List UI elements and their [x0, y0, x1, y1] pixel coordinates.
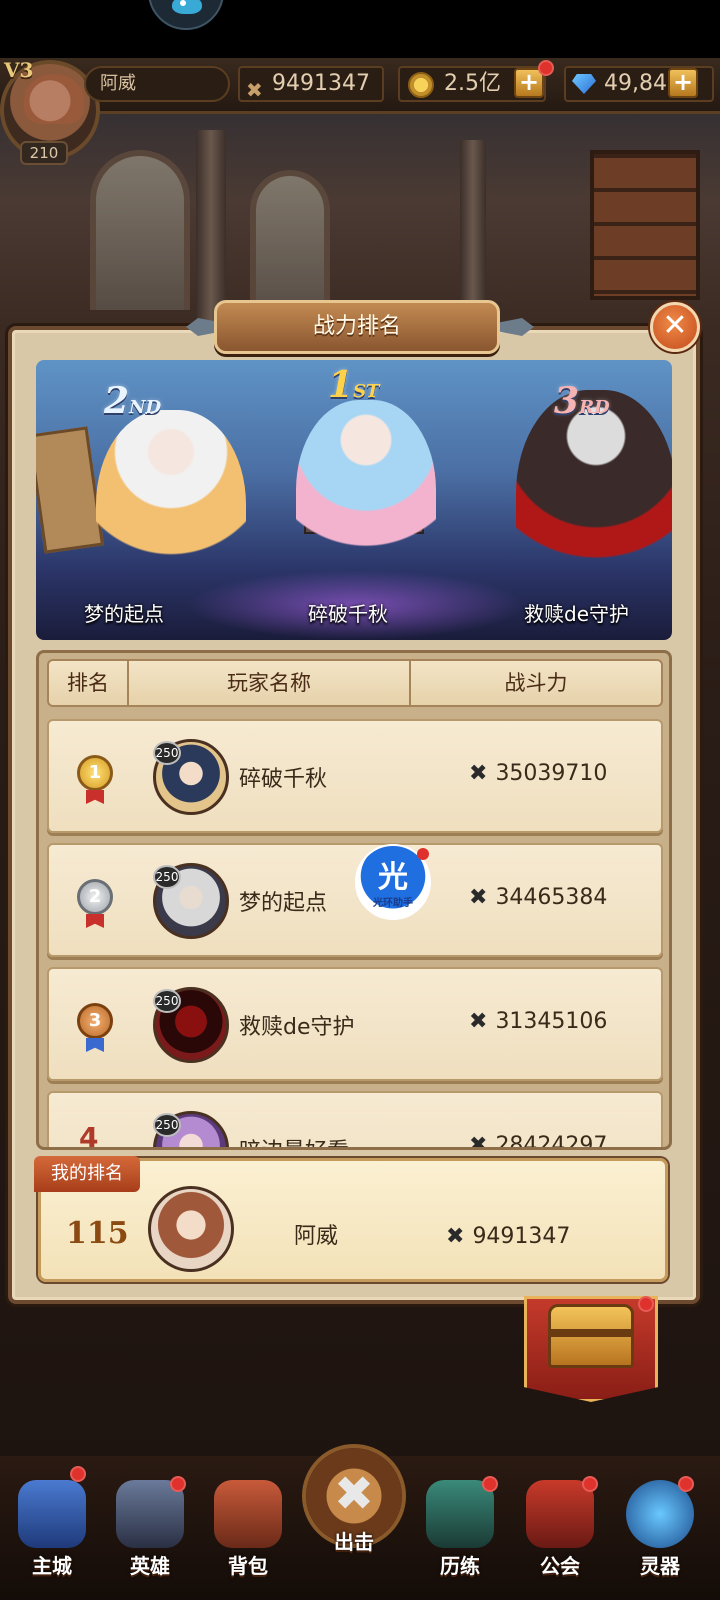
rank-suffix: ST: [353, 381, 380, 402]
hero-third-place[interactable]: [516, 390, 672, 620]
rank-suffix: RD: [579, 397, 610, 418]
bird-eye: [180, 0, 186, 6]
assistant-floating-button[interactable]: 光 光环助手: [355, 844, 431, 920]
top-three-banner: 2ND 1ST 3RD 梦的起点 碎破千秋 救赎de守护: [36, 360, 672, 640]
rank-suffix: ND: [129, 397, 162, 418]
add-gem-button[interactable]: +: [668, 68, 698, 98]
rank-badge-third: 3RD: [554, 380, 610, 422]
power-value: 35039710: [495, 761, 608, 786]
notification-dot: [582, 1476, 598, 1492]
my-avatar[interactable]: [148, 1186, 234, 1272]
nav-label: 灵器: [640, 1554, 680, 1578]
treasure-chest-icon[interactable]: [548, 1304, 634, 1368]
notification-dot: [170, 1476, 186, 1492]
notification-dot: [538, 60, 554, 76]
player-name: 碎破千秋: [239, 767, 328, 792]
vip-level: V3: [4, 58, 34, 82]
diamond-icon: [572, 74, 596, 94]
player-name: 救赎de守护: [239, 1015, 355, 1040]
notification-dot: [638, 1296, 654, 1312]
nav-main-city[interactable]: 主城: [6, 1470, 98, 1590]
player-name: 暗边最好看: [239, 1133, 349, 1147]
my-power: ✖ 9491347: [446, 1224, 570, 1249]
castle-icon: [18, 1480, 86, 1548]
ranking-table[interactable]: 排名 玩家名称 战斗力 1 250 碎破千秋 ✖ 35039710 2 250 梦…: [36, 650, 672, 1150]
crossed-swords-icon: ✖: [469, 885, 488, 910]
nav-battle-label: 出击: [334, 1530, 374, 1554]
player-power: ✖ 28424297: [469, 1133, 608, 1150]
bookshelf: [590, 150, 700, 300]
crossed-swords-icon: ✖: [246, 78, 263, 102]
avatar-level-badge: 250: [153, 865, 181, 889]
player-name: 阿威: [84, 66, 230, 102]
player-level: 210: [20, 141, 68, 165]
rank-number: 4: [79, 1121, 99, 1150]
table-row[interactable]: 3 250 救赎de守护 ✖ 31345106: [47, 967, 663, 1081]
rank-number: 3: [554, 380, 580, 422]
nav-label: 历练: [440, 1554, 480, 1578]
nav-bag[interactable]: 背包: [202, 1470, 294, 1590]
close-button[interactable]: ✕: [650, 302, 700, 352]
first-place-name: 碎破千秋: [308, 602, 388, 626]
table-row[interactable]: 2 250 梦的起点 ✖ 34465384: [47, 843, 663, 957]
crossed-swords-icon: ✖: [446, 1224, 465, 1249]
notification-dot: [70, 1466, 86, 1482]
power-value: 34465384: [495, 885, 608, 910]
notification-dot: [417, 848, 429, 860]
panel-title: 战力排名: [214, 300, 500, 354]
nav-label: 英雄: [130, 1554, 170, 1578]
rank-number: 1: [328, 364, 354, 406]
backpack-icon: [214, 1480, 282, 1548]
player-name: 梦的起点: [239, 891, 328, 916]
player-power: ✖ 34465384: [469, 885, 607, 910]
power-value: 9491347: [272, 71, 370, 96]
table-header: 排名 玩家名称 战斗力: [47, 659, 663, 707]
power-value: 9491347: [472, 1224, 571, 1249]
my-name: 阿威: [294, 1224, 339, 1249]
rank-badge-second: 2ND: [104, 380, 161, 422]
header-power: 战斗力: [504, 671, 568, 695]
rank-number: 2: [104, 380, 130, 422]
power-display: ✖ 9491347: [238, 66, 384, 102]
header-player-name: 玩家名称: [129, 661, 411, 705]
table-row[interactable]: 4 250 暗边最好看 ✖ 28424297: [47, 1091, 663, 1150]
crossed-swords-icon: ✖: [333, 1466, 375, 1522]
power-value: 31345106: [495, 1009, 608, 1034]
avatar-level-badge: 250: [153, 1113, 181, 1137]
window-arch: [90, 150, 190, 310]
bird-icon: [172, 0, 202, 14]
notification-dot: [482, 1476, 498, 1492]
silver-medal-icon: 2: [77, 879, 113, 915]
hero-first-place[interactable]: [296, 400, 436, 600]
gold-medal-icon: 1: [77, 755, 113, 791]
notification-dot: [678, 1476, 694, 1492]
player-power: ✖ 31345106: [469, 1009, 607, 1034]
nav-label: 背包: [228, 1554, 268, 1578]
gold-coin-icon: [408, 72, 434, 98]
power-value: 28424297: [495, 1133, 608, 1150]
second-place-name: 梦的起点: [84, 602, 164, 626]
gold-value: 2.5亿: [444, 71, 501, 96]
avatar-level-badge: 250: [153, 741, 181, 765]
easel-prop: [36, 426, 105, 554]
rank-badge-first: 1ST: [328, 364, 379, 406]
my-rank-number: 115: [66, 1216, 129, 1251]
player-power: ✖ 35039710: [469, 761, 607, 786]
nav-label: 公会: [540, 1554, 580, 1578]
guild-banner-icon: [526, 1480, 594, 1548]
third-place-name: 救赎de守护: [524, 602, 629, 626]
crossed-swords-icon: ✖: [469, 1133, 488, 1150]
hero-second-place[interactable]: [96, 410, 246, 620]
my-rank-tag: 我的排名: [34, 1156, 140, 1192]
nav-label: 主城: [32, 1554, 72, 1578]
crossed-swords-icon: ✖: [469, 1009, 488, 1034]
window-arch: [250, 170, 330, 320]
training-icon: [426, 1480, 494, 1548]
crossed-swords-icon: ✖: [469, 761, 488, 786]
table-row[interactable]: 1 250 碎破千秋 ✖ 35039710: [47, 719, 663, 833]
bronze-medal-icon: 3: [77, 1003, 113, 1039]
avatar-level-badge: 250: [153, 989, 181, 1013]
header-rank: 排名: [49, 661, 129, 705]
assistant-label: 光环助手: [373, 898, 413, 909]
